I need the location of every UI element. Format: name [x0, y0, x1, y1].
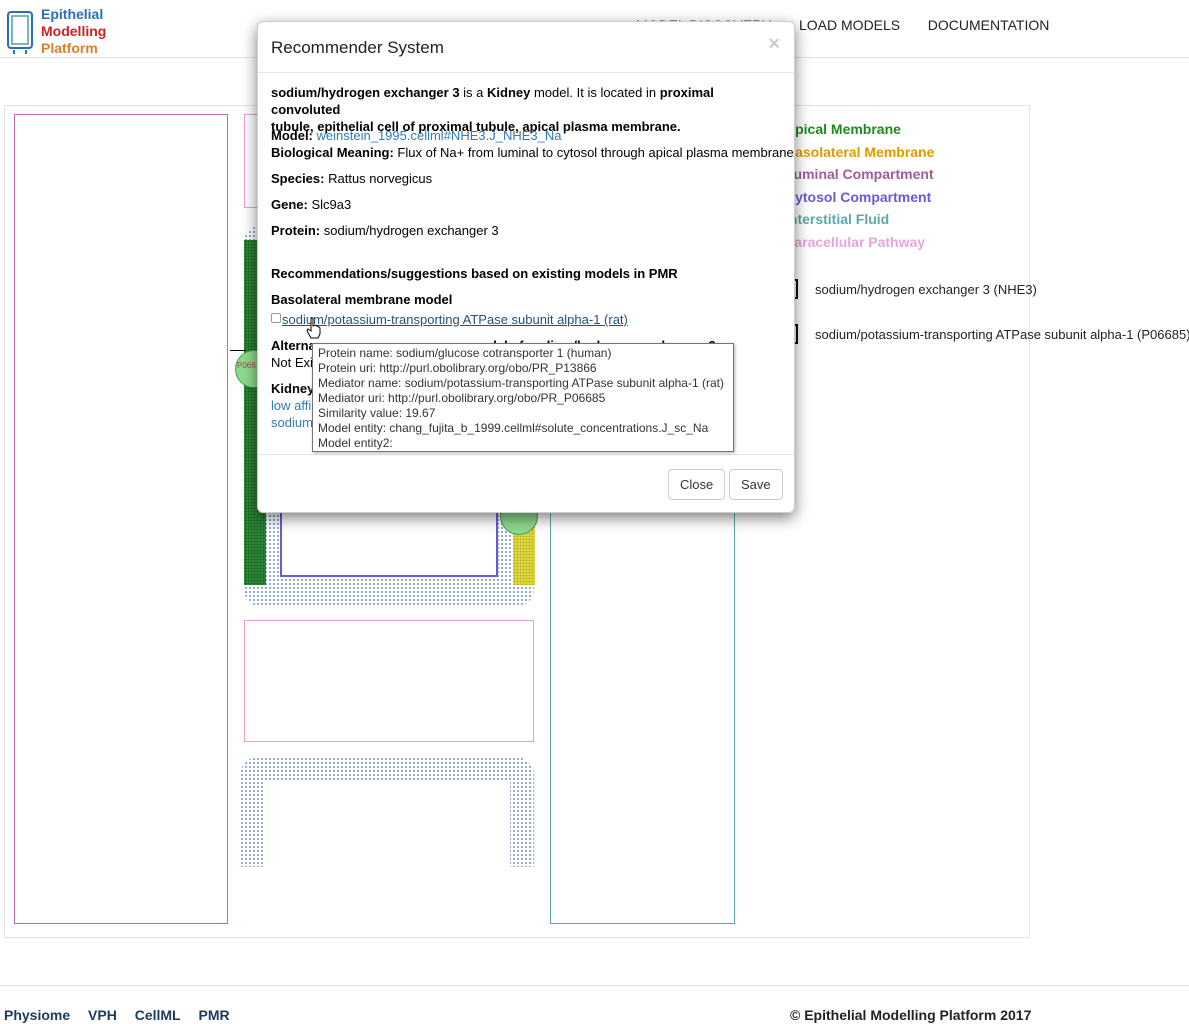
- basolateral-heading: Basolateral membrane model: [271, 292, 453, 307]
- protein-label: Protein:: [271, 223, 321, 238]
- tooltip-protein-uri: Protein uri: http://purl.obolibrary.org/…: [318, 361, 597, 375]
- alternative-value: Not Exi: [271, 355, 313, 370]
- species-row: Species: Rattus norvegicus: [271, 170, 432, 187]
- protein-value: sodium/hydrogen exchanger 3: [323, 223, 499, 238]
- species-label: Species:: [271, 171, 325, 186]
- recommendation-tooltip: Protein name: sodium/glucose cotransport…: [312, 343, 734, 452]
- model-row: Model: weinstein_1995.cellml#NHE3.J_NHE3…: [271, 127, 561, 144]
- tooltip-mediator-uri: Mediator uri: http://purl.obolibrary.org…: [318, 391, 606, 405]
- close-icon[interactable]: ×: [768, 33, 780, 56]
- tooltip-protein-name: Protein name: sodium/glucose cotransport…: [318, 346, 612, 360]
- gene-label: Gene:: [271, 197, 308, 212]
- modal-header: Recommender System ×: [258, 22, 794, 73]
- save-button[interactable]: Save: [729, 469, 783, 500]
- recommendations-heading: Recommendations/suggestions based on exi…: [271, 266, 678, 281]
- tooltip-mediator-name: Mediator name: sodium/potassium-transpor…: [318, 376, 724, 390]
- intro-is-a: is a: [459, 85, 488, 100]
- model-label: Model:: [271, 128, 313, 143]
- kidney-link-2[interactable]: sodium: [271, 414, 313, 431]
- intro-organ: Kidney: [487, 85, 531, 100]
- gene-value: Slc9a3: [311, 197, 352, 212]
- basolateral-checkbox[interactable]: [271, 313, 281, 323]
- close-button[interactable]: Close: [668, 469, 726, 500]
- intro-model-name: sodium/hydrogen exchanger 3: [271, 85, 460, 100]
- species-value: Rattus norvegicus: [328, 171, 433, 186]
- protein-row: Protein: sodium/hydrogen exchanger 3: [271, 222, 499, 239]
- modal-title: Recommender System: [271, 38, 444, 57]
- modal-footer: Close Save: [258, 454, 794, 512]
- model-link[interactable]: weinstein_1995.cellml#NHE3.J_NHE3_Na: [317, 128, 562, 143]
- basolateral-option-link[interactable]: sodium/potassium-transporting ATPase sub…: [282, 312, 628, 327]
- bio-meaning-value: Flux of Na+ from luminal to cytosol thro…: [397, 145, 794, 160]
- basolateral-option[interactable]: sodium/potassium-transporting ATPase sub…: [271, 311, 628, 328]
- bio-meaning-row: Biological Meaning: Flux of Na+ from lum…: [271, 144, 794, 161]
- tooltip-similarity: Similarity value: 19.67: [318, 406, 436, 420]
- kidney-heading: Kidney: [271, 381, 315, 396]
- kidney-link-1[interactable]: low affi: [271, 397, 311, 414]
- hand-cursor-icon: [306, 317, 321, 339]
- tooltip-model-entity: Model entity: chang_fujita_b_1999.cellml…: [318, 421, 709, 435]
- alternative-heading-start: Alterna: [271, 338, 316, 353]
- intro-located: model. It is located in: [530, 85, 660, 100]
- bio-meaning-label: Biological Meaning:: [271, 145, 394, 160]
- gene-row: Gene: Slc9a3: [271, 196, 351, 213]
- tooltip-model-entity2: Model entity2:: [318, 436, 393, 450]
